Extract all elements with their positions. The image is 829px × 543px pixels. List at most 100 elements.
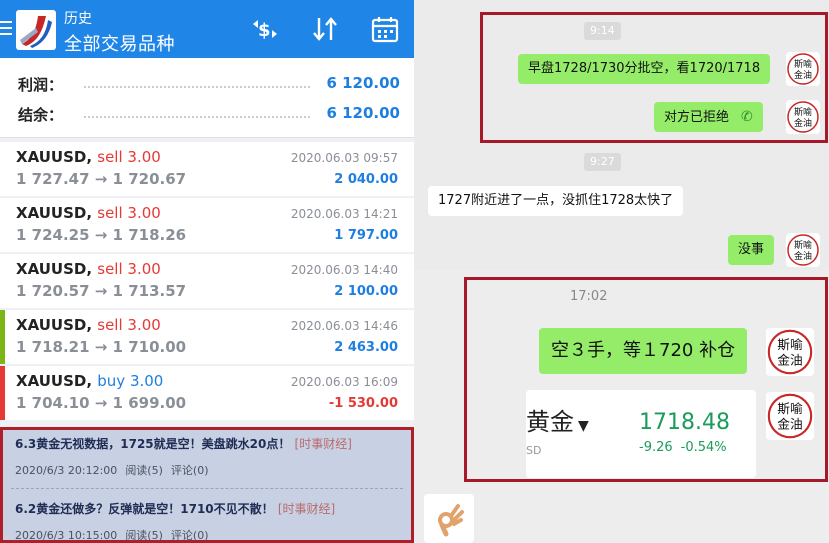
svg-text:$: $	[258, 20, 271, 41]
profit-row: 利润： 6 120.00	[18, 74, 400, 98]
svg-text:油: 油	[803, 69, 812, 81]
trade-profit: -1 530.00	[328, 396, 398, 411]
trade-indicator-bar	[0, 366, 5, 420]
trade-symbol: XAUUSD, sell 3.00	[16, 204, 161, 222]
profit-value: 6 120.00	[326, 74, 400, 92]
trade-row[interactable]: XAUUSD, sell 3.00 1 727.47 → 1 720.67 20…	[0, 142, 414, 196]
chat-message-outgoing[interactable]: 早盘1728/1730分批空，看1720/1718	[518, 54, 771, 84]
svg-text:喻: 喻	[803, 58, 812, 70]
svg-text:油: 油	[790, 353, 803, 368]
trade-prices: 1 724.25 → 1 718.26	[16, 226, 187, 244]
svg-text:斯: 斯	[794, 239, 803, 251]
chat-timestamp: 17:02	[570, 289, 608, 304]
chat-message-outgoing[interactable]: 没事	[728, 235, 775, 265]
svg-text:喻: 喻	[790, 401, 803, 416]
chat-message-outgoing[interactable]: 空３手，等１720 补仓	[539, 328, 748, 374]
trade-row[interactable]: XAUUSD, sell 3.00 1 720.57 → 1 713.57 20…	[0, 254, 414, 308]
trade-time: 2020.06.03 09:57	[290, 151, 398, 165]
trade-history-panel: 历史 全部交易品种 $ 利润： 6 120.00 结余： 6 120.00 XA…	[0, 0, 414, 543]
quote-change: -9.26 -0.54%	[639, 440, 727, 455]
news-tag: [时事财经]	[277, 502, 336, 516]
news-tag: [时事财经]	[294, 437, 352, 451]
svg-text:喻: 喻	[790, 337, 803, 352]
trade-indicator-bar	[0, 198, 5, 252]
news-title[interactable]: 6.3黄金无视数据，1725就是空！美盘跳水20点！ [时事财经]	[15, 435, 405, 452]
trade-prices: 1 704.10 → 1 699.00	[16, 394, 187, 412]
trade-time: 2020.06.03 14:40	[290, 263, 398, 277]
chat-timestamp: 9:27	[584, 153, 621, 171]
header-title-small: 历史	[64, 11, 92, 27]
top-bar: 历史 全部交易品种 $	[0, 0, 414, 58]
dotted-leader	[84, 86, 310, 88]
dotted-leader	[84, 116, 310, 118]
trade-side: buy 3.00	[97, 372, 164, 390]
trade-prices: 1 720.57 → 1 713.57	[16, 282, 187, 300]
svg-text:喻: 喻	[803, 106, 812, 118]
svg-text:油: 油	[790, 417, 803, 432]
balance-row: 结余： 6 120.00	[18, 104, 400, 128]
news-item[interactable]: 6.3黄金无视数据，1725就是空！美盘跳水20点！ [时事财经] 2020/6…	[15, 435, 405, 478]
trade-time: 2020.06.03 16:09	[290, 375, 398, 389]
trade-time: 2020.06.03 14:46	[290, 319, 398, 333]
trade-symbol: XAUUSD, sell 3.00	[16, 148, 161, 166]
trade-row[interactable]: XAUUSD, buy 3.00 1 704.10 → 1 699.00 202…	[0, 366, 414, 420]
trade-profit: 1 797.00	[334, 228, 398, 243]
app-logo	[16, 10, 56, 50]
news-item[interactable]: 6.2黄金还做多？反弹就是空！1710不见不散！ [时事财经] 2020/6/3…	[15, 500, 405, 543]
svg-text:斯: 斯	[794, 58, 803, 70]
trade-prices: 1 718.21 → 1 710.00	[16, 338, 187, 356]
menu-icon[interactable]	[0, 21, 12, 37]
avatar[interactable]: 斯喻金油	[786, 233, 820, 267]
sort-icon[interactable]	[310, 14, 340, 44]
trade-side: sell 3.00	[97, 148, 161, 166]
svg-text:斯: 斯	[777, 337, 790, 352]
chat-timestamp: 9:14	[584, 22, 621, 40]
news-meta: 2020/6/3 10:15:00 阅读(5) 评论(0)	[15, 529, 209, 542]
svg-text:金: 金	[794, 250, 803, 262]
quote-image-card[interactable]: 黄金 ▼ SD 1718.48 -9.26 -0.54%	[526, 390, 756, 478]
trade-indicator-bar	[0, 254, 5, 308]
trade-prices: 1 727.47 → 1 720.67	[16, 170, 187, 188]
ok-hand-icon	[438, 504, 464, 537]
trade-row[interactable]: XAUUSD, sell 3.00 1 718.21 → 1 710.00 20…	[0, 310, 414, 364]
profit-label: 利润：	[18, 76, 64, 94]
currency-swap-icon[interactable]: $	[250, 14, 280, 44]
svg-text:喻: 喻	[803, 239, 812, 251]
balance-label: 结余：	[18, 106, 64, 124]
svg-text:金: 金	[777, 353, 790, 368]
header-title-large[interactable]: 全部交易品种	[64, 30, 175, 56]
svg-text:斯: 斯	[794, 106, 803, 118]
trade-time: 2020.06.03 14:21	[290, 207, 398, 221]
news-panel: 6.3黄金无视数据，1725就是空！美盘跳水20点！ [时事财经] 2020/6…	[0, 427, 414, 543]
trade-profit: 2 040.00	[334, 172, 398, 187]
avatar[interactable]: 斯喻金油	[786, 100, 820, 134]
calendar-icon[interactable]	[370, 14, 400, 44]
svg-text:油: 油	[803, 117, 812, 129]
avatar[interactable]: 斯喻金油	[786, 52, 820, 86]
quote-name: 黄金 ▼	[526, 408, 589, 436]
trade-profit: 2 100.00	[334, 284, 398, 299]
call-declined-bubble[interactable]: 对方已拒绝 ✆	[654, 102, 763, 132]
trade-row[interactable]: XAUUSD, sell 3.00 1 724.25 → 1 718.26 20…	[0, 198, 414, 252]
news-title[interactable]: 6.2黄金还做多？反弹就是空！1710不见不散！ [时事财经]	[15, 500, 405, 517]
avatar[interactable]: 斯喻金油	[766, 392, 814, 440]
svg-text:油: 油	[803, 250, 812, 262]
trade-indicator-bar	[0, 142, 5, 196]
trade-side: sell 3.00	[97, 316, 161, 334]
trade-side: sell 3.00	[97, 260, 161, 278]
svg-text:金: 金	[777, 417, 790, 432]
chat-message-incoming[interactable]	[424, 494, 474, 543]
account-summary: 利润： 6 120.00 结余： 6 120.00	[0, 58, 414, 138]
trade-symbol: XAUUSD, buy 3.00	[16, 372, 164, 390]
trade-symbol: XAUUSD, sell 3.00	[16, 260, 161, 278]
chat-message-incoming[interactable]: 1727附近进了一点，没抓住1728太快了	[428, 186, 684, 216]
svg-text:斯: 斯	[777, 401, 790, 416]
svg-text:金: 金	[794, 69, 803, 81]
trade-indicator-bar	[0, 310, 5, 364]
screenshot-root: 历史 全部交易品种 $ 利润： 6 120.00 结余： 6 120.00 XA…	[0, 0, 829, 543]
svg-text:金: 金	[794, 117, 803, 129]
quote-price: 1718.48	[639, 410, 730, 435]
caret-down-icon: ▼	[578, 418, 589, 434]
avatar[interactable]: 斯喻金油	[766, 328, 814, 376]
trade-side: sell 3.00	[97, 204, 161, 222]
